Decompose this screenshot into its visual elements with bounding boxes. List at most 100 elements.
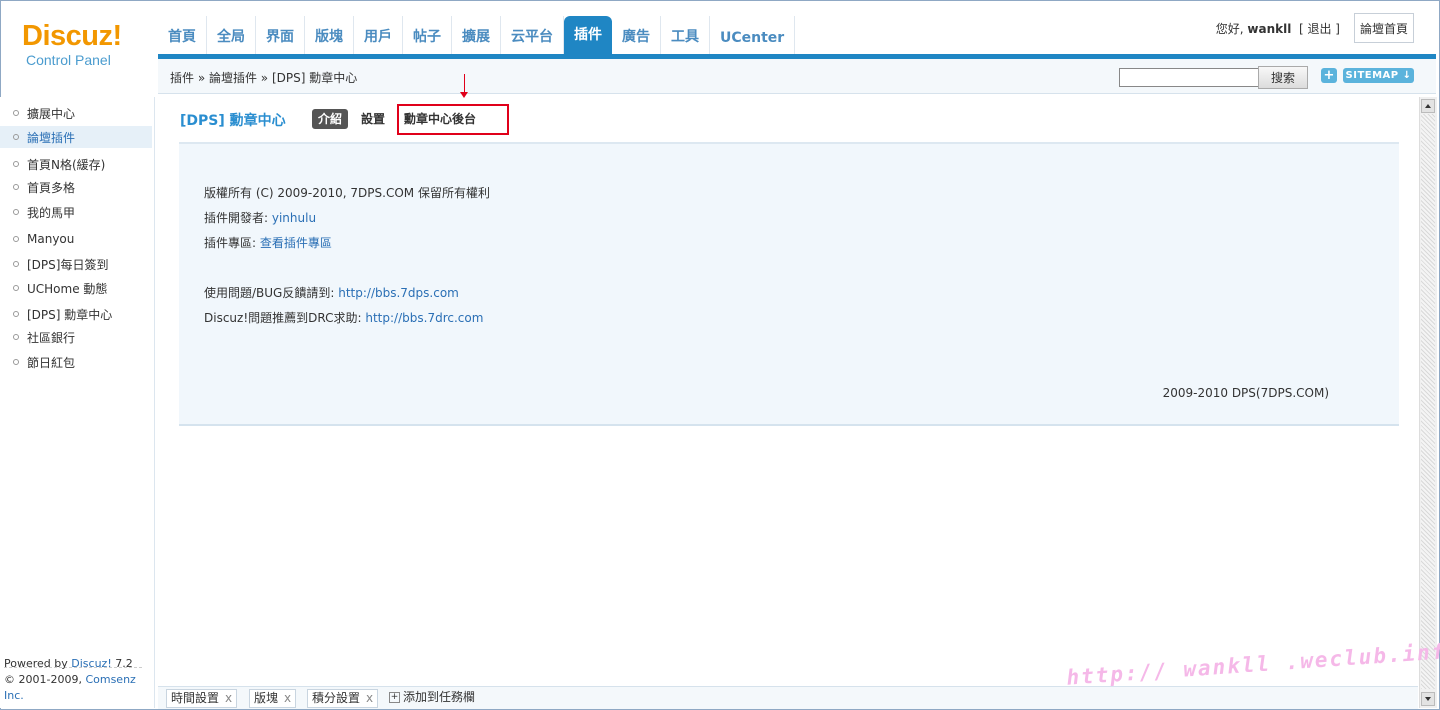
bullet-icon [13, 209, 19, 215]
breadcrumb: 插件 » 論壇插件 » [DPS] 勳章中心 [170, 71, 358, 85]
bullet-icon [13, 261, 19, 267]
zone-label: 插件專區: [204, 236, 257, 250]
copyright-prefix: © 2001-2009, [4, 673, 82, 686]
nav-posts[interactable]: 帖子 [403, 16, 452, 54]
nav-cloud[interactable]: 云平台 [501, 16, 564, 54]
zone-line: 插件專區: 查看插件專區 [204, 234, 332, 251]
sidebar-item-label: 首頁多格 [27, 180, 76, 195]
close-icon[interactable]: x [225, 691, 232, 705]
copyright-line: 版權所有 (C) 2009-2010, 7DPS.COM 保留所有權利 [204, 186, 490, 200]
sitemap-button[interactable]: SITEMAP ↓ [1343, 68, 1414, 83]
panel-footer-text: 2009-2010 DPS(7DPS.COM) [1162, 386, 1329, 400]
sidebar-item-extension-center[interactable]: 擴展中心 [0, 102, 152, 124]
nav-plugins[interactable]: 插件 [564, 16, 612, 54]
tab-medal-admin[interactable]: 勳章中心後台 [404, 109, 476, 129]
nav-extensions[interactable]: 擴展 [452, 16, 501, 54]
nav-users[interactable]: 用戶 [354, 16, 403, 54]
bullet-icon [13, 236, 19, 242]
task-label: 時間設置 [171, 691, 220, 705]
sidebar-item-label: 擴展中心 [27, 106, 76, 121]
close-icon[interactable]: x [284, 691, 291, 705]
scroll-down-button[interactable] [1421, 692, 1435, 706]
sidebar-item-label: 論壇插件 [27, 130, 76, 145]
top-nav: 首頁 全局 界面 版塊 用戶 帖子 擴展 云平台 插件 廣告 工具 UCente… [158, 16, 796, 54]
developer-line: 插件開發者: yinhulu [204, 209, 316, 226]
bug-label: 使用問題/BUG反饋請到: [204, 286, 335, 300]
logout-link[interactable]: [ 退出 ] [1299, 22, 1340, 36]
add-to-taskbar-label: 添加到任務欄 [403, 690, 476, 704]
zone-link[interactable]: 查看插件專區 [260, 236, 332, 250]
add-to-taskbar-button[interactable]: + 添加到任務欄 [389, 689, 475, 706]
sidebar-item-red-envelope[interactable]: 節日紅包 [0, 351, 152, 373]
intro-panel: 版權所有 (C) 2009-2010, 7DPS.COM 保留所有權利 插件開發… [179, 142, 1399, 426]
discuz-help-line: Discuz!問題推薦到DRC求助: http://bbs.7drc.com [204, 309, 483, 326]
nav-ucenter[interactable]: UCenter [710, 16, 796, 54]
bug-link[interactable]: http://bbs.7dps.com [338, 286, 459, 300]
add-shortcut-icon[interactable]: + [1321, 68, 1337, 83]
sidebar-item-label: Manyou [27, 232, 75, 246]
sidebar-item-label: 節日紅包 [27, 355, 76, 370]
nav-home[interactable]: 首頁 [158, 16, 207, 54]
main-content: [DPS] 勳章中心 介紹 設置 勳章中心後台 版權所有 (C) 2009-20… [158, 74, 1418, 686]
tab-settings[interactable]: 設置 [361, 109, 385, 129]
discuz-logo[interactable]: Discuz! Control Panel [22, 20, 142, 68]
logo-main-text: Discuz! [22, 20, 122, 52]
developer-link[interactable]: yinhulu [272, 211, 316, 225]
nav-ads[interactable]: 廣告 [612, 16, 661, 54]
developer-label: 插件開發者: [204, 211, 269, 225]
nav-tools[interactable]: 工具 [661, 16, 710, 54]
sidebar-item-label: 我的馬甲 [27, 205, 76, 220]
vertical-scrollbar[interactable] [1419, 97, 1437, 708]
nav-global[interactable]: 全局 [207, 16, 256, 54]
sidebar-item-manyou[interactable]: Manyou [0, 228, 152, 250]
powered-version: 7.2 [115, 657, 133, 670]
discuz-help-label: Discuz!問題推薦到DRC求助: [204, 311, 362, 325]
search-input[interactable] [1119, 68, 1259, 87]
task-item-time-settings[interactable]: 時間設置 x [166, 689, 238, 708]
powered-brand-link[interactable]: Discuz! [71, 657, 111, 670]
sidebar-item-daily-signin[interactable]: [DPS]每日簽到 [0, 253, 152, 275]
sidebar-item-label: UCHome 動態 [27, 281, 108, 296]
discuz-help-link[interactable]: http://bbs.7drc.com [365, 311, 483, 325]
sidebar-item-forum-plugins[interactable]: 論壇插件 [0, 126, 152, 148]
sidebar-item-uchome-feed[interactable]: UCHome 動態 [0, 277, 152, 299]
bullet-icon [13, 285, 19, 291]
task-item-credit-settings[interactable]: 積分設置 x [307, 689, 379, 708]
task-item-forums[interactable]: 版塊 x [249, 689, 297, 708]
annotation-arrow-shaft [464, 74, 465, 94]
close-icon[interactable]: x [366, 691, 373, 705]
sidebar-item-home-n-grid[interactable]: 首頁N格(緩存) [0, 153, 152, 175]
nav-interface[interactable]: 界面 [256, 16, 305, 54]
arrow-down-icon [1425, 697, 1431, 701]
forum-home-button[interactable]: 論壇首頁 [1354, 13, 1414, 43]
arrow-up-icon [1425, 104, 1431, 108]
logo-sub-text: Control Panel [26, 52, 111, 68]
task-bar: 時間設置 x 版塊 x 積分設置 x + 添加到任務欄 [158, 686, 1418, 709]
tab-intro[interactable]: 介紹 [312, 109, 349, 129]
bullet-icon [13, 110, 19, 116]
bullet-icon [13, 134, 19, 140]
bullet-icon [13, 334, 19, 340]
scroll-up-button[interactable] [1421, 99, 1435, 113]
nav-forums[interactable]: 版塊 [305, 16, 354, 54]
sidebar-item-label: [DPS]每日簽到 [27, 257, 109, 272]
sidebar-item-home-multi-grid[interactable]: 首頁多格 [0, 176, 152, 198]
sidebar-item-community-bank[interactable]: 社區銀行 [0, 326, 152, 348]
powered-by: Powered by Discuz! 7.2 © 2001-2009, Coms… [4, 656, 154, 704]
breadcrumb-bar: 插件 » 論壇插件 » [DPS] 勳章中心 搜索 + SITEMAP ↓ [158, 59, 1436, 94]
username: wankll [1247, 22, 1292, 36]
task-label: 積分設置 [312, 691, 361, 705]
scroll-track[interactable] [1421, 114, 1435, 689]
bug-report-line: 使用問題/BUG反饋請到: http://bbs.7dps.com [204, 284, 459, 301]
bullet-icon [13, 161, 19, 167]
task-label: 版塊 [254, 691, 279, 705]
annotation-arrow-icon [460, 92, 468, 98]
plugin-title: [DPS] 勳章中心 [180, 113, 286, 129]
bullet-icon [13, 359, 19, 365]
sidebar-item-medal-center[interactable]: [DPS] 勳章中心 [0, 303, 152, 325]
greeting-text: 您好, [1215, 22, 1244, 36]
search-button[interactable]: 搜索 [1258, 66, 1308, 89]
sidebar-item-label: [DPS] 勳章中心 [27, 307, 113, 322]
bullet-icon [13, 184, 19, 190]
sidebar-item-my-vest[interactable]: 我的馬甲 [0, 201, 152, 223]
